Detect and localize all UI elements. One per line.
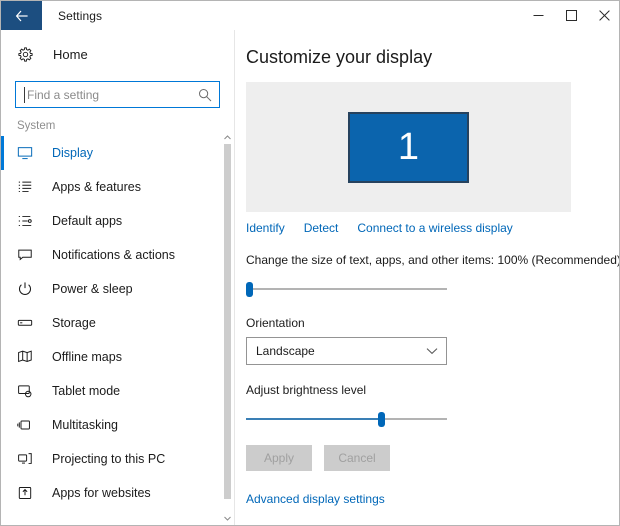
brightness-slider[interactable] — [246, 410, 447, 428]
close-button[interactable] — [588, 1, 619, 30]
sidebar-item-power-sleep[interactable]: Power & sleep — [1, 272, 234, 306]
scale-label: Change the size of text, apps, and other… — [246, 253, 620, 267]
monitor-number: 1 — [397, 126, 420, 168]
sidebar-item-label: Multitasking — [52, 418, 118, 432]
page-title: Customize your display — [246, 47, 433, 67]
back-arrow-icon — [15, 10, 29, 22]
sidebar-item-label: Default apps — [52, 214, 123, 228]
scroll-up-icon[interactable] — [222, 132, 233, 143]
brightness-slider-thumb[interactable] — [377, 412, 385, 427]
sidebar-item-display[interactable]: Display — [1, 136, 234, 170]
search-icon[interactable] — [198, 88, 212, 107]
sidebar-item-default-apps[interactable]: Default apps — [1, 204, 234, 238]
default-apps-icon — [17, 213, 37, 229]
sidebar-item-storage[interactable]: Storage — [1, 306, 234, 340]
sidebar-group-label: System — [17, 120, 56, 132]
identify-link[interactable]: Identify — [246, 221, 285, 235]
sidebar-item-label: Power & sleep — [52, 282, 133, 296]
apps-for-websites-icon — [17, 485, 37, 501]
title-bar: Settings — [1, 1, 619, 30]
sidebar-item-tablet-mode[interactable]: Tablet mode — [1, 374, 234, 408]
advanced-display-settings-link[interactable]: Advanced display settings — [246, 492, 619, 506]
scale-slider-thumb[interactable] — [246, 282, 253, 297]
display-preview[interactable]: 1 — [246, 82, 571, 212]
sidebar-item-apps-for-websites[interactable]: Apps for websites — [1, 476, 234, 510]
maximize-icon — [566, 10, 577, 21]
settings-window: Settings Home Find a setting System Disp… — [0, 0, 620, 526]
connect-wireless-display-link[interactable]: Connect to a wireless display — [357, 221, 512, 235]
sidebar-home-label: Home — [53, 46, 88, 62]
multitasking-icon — [17, 417, 37, 433]
cancel-button[interactable]: Cancel — [324, 445, 390, 471]
power-icon — [17, 281, 37, 297]
sidebar-item-projecting-to-this-pc[interactable]: Projecting to this PC — [1, 442, 234, 476]
brightness-label: Adjust brightness level — [246, 383, 367, 397]
sidebar-item-label: Notifications & actions — [52, 248, 175, 262]
maximize-button[interactable] — [555, 1, 588, 30]
monitor-thumbnail[interactable]: 1 — [348, 111, 469, 183]
sidebar-nav-list: Display Apps & features Default apps Not… — [1, 136, 234, 510]
minimize-icon — [533, 10, 544, 21]
title-drag-area — [102, 1, 522, 30]
window-controls — [522, 1, 619, 30]
storage-icon — [17, 315, 37, 331]
back-button[interactable] — [1, 1, 42, 30]
window-title: Settings — [58, 8, 103, 23]
tablet-icon — [17, 383, 37, 399]
sidebar-item-label: Tablet mode — [52, 384, 121, 398]
text-caret — [24, 87, 25, 103]
sidebar-item-label: Projecting to this PC — [52, 452, 166, 466]
sidebar-scrollbar[interactable] — [222, 132, 233, 524]
sidebar-item-label: Offline maps — [52, 350, 122, 364]
orientation-label: Orientation — [246, 316, 305, 330]
sidebar: Home Find a setting System Display Apps … — [1, 30, 235, 525]
search-placeholder: Find a setting — [27, 87, 100, 102]
map-icon — [17, 349, 37, 365]
sidebar-item-multitasking[interactable]: Multitasking — [1, 408, 234, 442]
scroll-down-icon[interactable] — [222, 513, 233, 524]
sidebar-item-apps-features[interactable]: Apps & features — [1, 170, 234, 204]
monitor-icon — [17, 145, 37, 161]
scale-slider[interactable] — [246, 280, 447, 298]
apply-button[interactable]: Apply — [246, 445, 312, 471]
sidebar-item-label: Apps & features — [52, 180, 141, 194]
projecting-icon — [17, 451, 37, 467]
sidebar-item-label: Apps for websites — [52, 486, 151, 500]
detect-link[interactable]: Detect — [304, 221, 339, 235]
brightness-slider-fill — [246, 418, 381, 420]
main-content: Customize your display 1 Identify Detect… — [236, 30, 620, 525]
close-icon — [599, 10, 610, 21]
sidebar-item-home[interactable]: Home — [1, 36, 234, 72]
sidebar-item-notifications-actions[interactable]: Notifications & actions — [1, 238, 234, 272]
orientation-dropdown[interactable]: Landscape — [246, 337, 447, 365]
sidebar-item-label: Storage — [52, 316, 96, 330]
minimize-button[interactable] — [522, 1, 555, 30]
chevron-down-icon — [426, 342, 438, 360]
orientation-value: Landscape — [256, 344, 315, 358]
sidebar-item-label: Display — [52, 146, 93, 160]
search-input[interactable]: Find a setting — [15, 81, 220, 108]
search-container: Find a setting — [15, 81, 220, 108]
notification-icon — [17, 247, 37, 263]
sidebar-item-offline-maps[interactable]: Offline maps — [1, 340, 234, 374]
scale-slider-track — [246, 288, 447, 290]
gear-icon — [17, 46, 39, 63]
scrollbar-thumb[interactable] — [224, 144, 231, 499]
list-icon — [17, 179, 37, 195]
display-links: Identify Detect Connect to a wireless di… — [246, 221, 619, 235]
action-buttons: Apply Cancel — [246, 445, 619, 471]
